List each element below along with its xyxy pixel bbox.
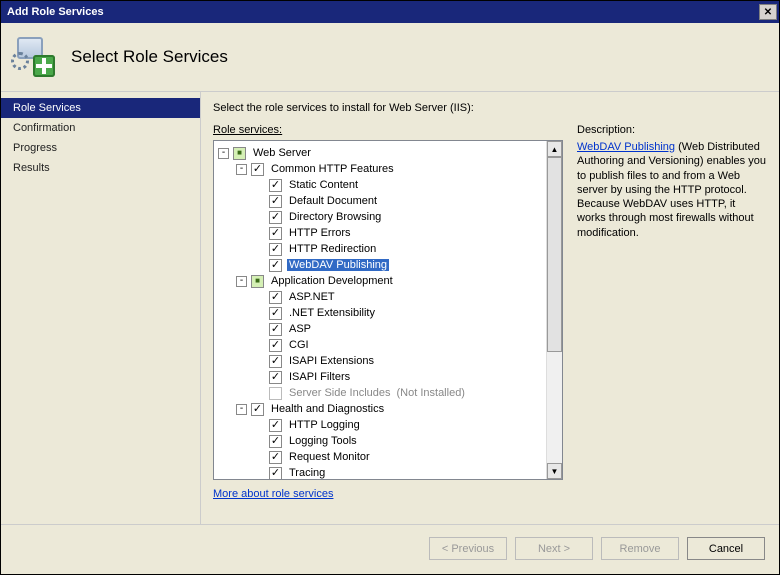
tree-item-label[interactable]: WebDAV Publishing <box>287 259 389 271</box>
not-installed-suffix: (Not Installed) <box>397 387 465 399</box>
description-text: WebDAV Publishing (Web Distributed Autho… <box>577 140 767 240</box>
node-default-document[interactable]: Default Document <box>216 193 544 209</box>
checkbox[interactable] <box>269 355 282 368</box>
node-tracing[interactable]: Tracing <box>216 465 544 479</box>
window-title: Add Role Services <box>7 6 104 18</box>
expander-icon[interactable]: - <box>236 164 247 175</box>
expander-icon[interactable]: - <box>218 148 229 159</box>
checkbox[interactable] <box>251 275 264 288</box>
more-about-role-services-link[interactable]: More about role services <box>213 488 563 500</box>
previous-button[interactable]: < Previous <box>429 537 507 560</box>
node-webdav-publishing[interactable]: WebDAV Publishing <box>216 257 544 273</box>
next-button[interactable]: Next > <box>515 537 593 560</box>
scroll-down-button[interactable]: ▼ <box>547 463 562 479</box>
tree-item-label[interactable]: Directory Browsing <box>287 211 383 223</box>
node-isapi-extensions[interactable]: ISAPI Extensions <box>216 353 544 369</box>
checkbox[interactable] <box>251 163 264 176</box>
step-confirmation[interactable]: Confirmation <box>1 118 200 138</box>
wizard-header: Select Role Services <box>1 23 779 92</box>
checkbox[interactable] <box>269 291 282 304</box>
checkbox[interactable] <box>269 307 282 320</box>
titlebar[interactable]: Add Role Services ✕ <box>1 1 779 23</box>
tree-item-label[interactable]: Server Side Includes <box>287 387 393 399</box>
checkbox[interactable] <box>269 339 282 352</box>
role-services-label: Role services: <box>213 124 563 136</box>
main-panel: Select the role services to install for … <box>201 92 779 524</box>
checkbox[interactable] <box>269 435 282 448</box>
node-http-logging[interactable]: HTTP Logging <box>216 417 544 433</box>
scroll-up-button[interactable]: ▲ <box>547 141 562 157</box>
node-directory-browsing[interactable]: Directory Browsing <box>216 209 544 225</box>
node-request-monitor[interactable]: Request Monitor <box>216 449 544 465</box>
node-static-content[interactable]: Static Content <box>216 177 544 193</box>
checkbox[interactable] <box>269 179 282 192</box>
node-health-diagnostics[interactable]: - Health and Diagnostics <box>216 401 544 417</box>
tree-item-label[interactable]: Health and Diagnostics <box>269 403 386 415</box>
tree-item-label[interactable]: Request Monitor <box>287 451 372 463</box>
tree-item-label[interactable]: ISAPI Filters <box>287 371 352 383</box>
tree-item-label[interactable]: Tracing <box>287 467 327 479</box>
node-common-http-features[interactable]: - Common HTTP Features <box>216 161 544 177</box>
page-title: Select Role Services <box>71 47 228 67</box>
tree-item-label[interactable]: Application Development <box>269 275 395 287</box>
tree-item-label[interactable]: Default Document <box>287 195 379 207</box>
checkbox[interactable] <box>269 451 282 464</box>
checkbox[interactable] <box>269 243 282 256</box>
node-application-development[interactable]: - Application Development <box>216 273 544 289</box>
checkbox[interactable] <box>269 371 282 384</box>
tree-item-label[interactable]: ASP.NET <box>287 291 337 303</box>
node-aspnet[interactable]: ASP.NET <box>216 289 544 305</box>
instruction-text: Select the role services to install for … <box>213 102 767 114</box>
tree-item-label[interactable]: .NET Extensibility <box>287 307 377 319</box>
tree-item-label[interactable]: ASP <box>287 323 313 335</box>
wizard-icon <box>11 33 59 81</box>
expander-icon[interactable]: - <box>236 276 247 287</box>
node-web-server[interactable]: - Web Server <box>216 145 544 161</box>
checkbox[interactable] <box>269 323 282 336</box>
checkbox[interactable] <box>269 195 282 208</box>
node-net-extensibility[interactable]: .NET Extensibility <box>216 305 544 321</box>
tree-item-label[interactable]: HTTP Logging <box>287 419 362 431</box>
cancel-button[interactable]: Cancel <box>687 537 765 560</box>
tree-item-label[interactable]: Web Server <box>251 147 313 159</box>
role-services-tree[interactable]: -Web Server-Common HTTP FeaturesStatic C… <box>213 140 563 480</box>
add-role-services-window: Add Role Services ✕ Select Role Services… <box>0 0 780 575</box>
step-role-services[interactable]: Role Services <box>1 98 200 118</box>
checkbox[interactable] <box>269 211 282 224</box>
tree-item-label[interactable]: Logging Tools <box>287 435 359 447</box>
node-cgi[interactable]: CGI <box>216 337 544 353</box>
step-results[interactable]: Results <box>1 158 200 178</box>
checkbox[interactable] <box>233 147 246 160</box>
node-server-side-includes[interactable]: Server Side Includes (Not Installed) <box>216 385 544 401</box>
tree-item-label[interactable]: Static Content <box>287 179 360 191</box>
tree-scrollbar[interactable]: ▲ ▼ <box>546 141 562 479</box>
step-progress[interactable]: Progress <box>1 138 200 158</box>
checkbox <box>269 387 282 400</box>
checkbox[interactable] <box>251 403 264 416</box>
tree-item-label[interactable]: HTTP Redirection <box>287 243 378 255</box>
checkbox[interactable] <box>269 467 282 480</box>
wizard-button-bar: < Previous Next > Remove Cancel <box>1 524 779 574</box>
scroll-thumb[interactable] <box>547 157 562 352</box>
expander-icon[interactable]: - <box>236 404 247 415</box>
tree-item-label[interactable]: HTTP Errors <box>287 227 353 239</box>
wizard-steps-sidebar: Role ServicesConfirmationProgressResults <box>1 92 201 524</box>
tree-item-label[interactable]: CGI <box>287 339 311 351</box>
node-http-redirection[interactable]: HTTP Redirection <box>216 241 544 257</box>
checkbox[interactable] <box>269 227 282 240</box>
description-link[interactable]: WebDAV Publishing <box>577 141 675 153</box>
checkbox[interactable] <box>269 259 282 272</box>
tree-item-label[interactable]: ISAPI Extensions <box>287 355 376 367</box>
remove-button[interactable]: Remove <box>601 537 679 560</box>
node-http-errors[interactable]: HTTP Errors <box>216 225 544 241</box>
node-logging-tools[interactable]: Logging Tools <box>216 433 544 449</box>
tree-item-label[interactable]: Common HTTP Features <box>269 163 396 175</box>
close-button[interactable]: ✕ <box>759 4 777 20</box>
description-label: Description: <box>577 124 767 136</box>
node-asp[interactable]: ASP <box>216 321 544 337</box>
node-isapi-filters[interactable]: ISAPI Filters <box>216 369 544 385</box>
checkbox[interactable] <box>269 419 282 432</box>
